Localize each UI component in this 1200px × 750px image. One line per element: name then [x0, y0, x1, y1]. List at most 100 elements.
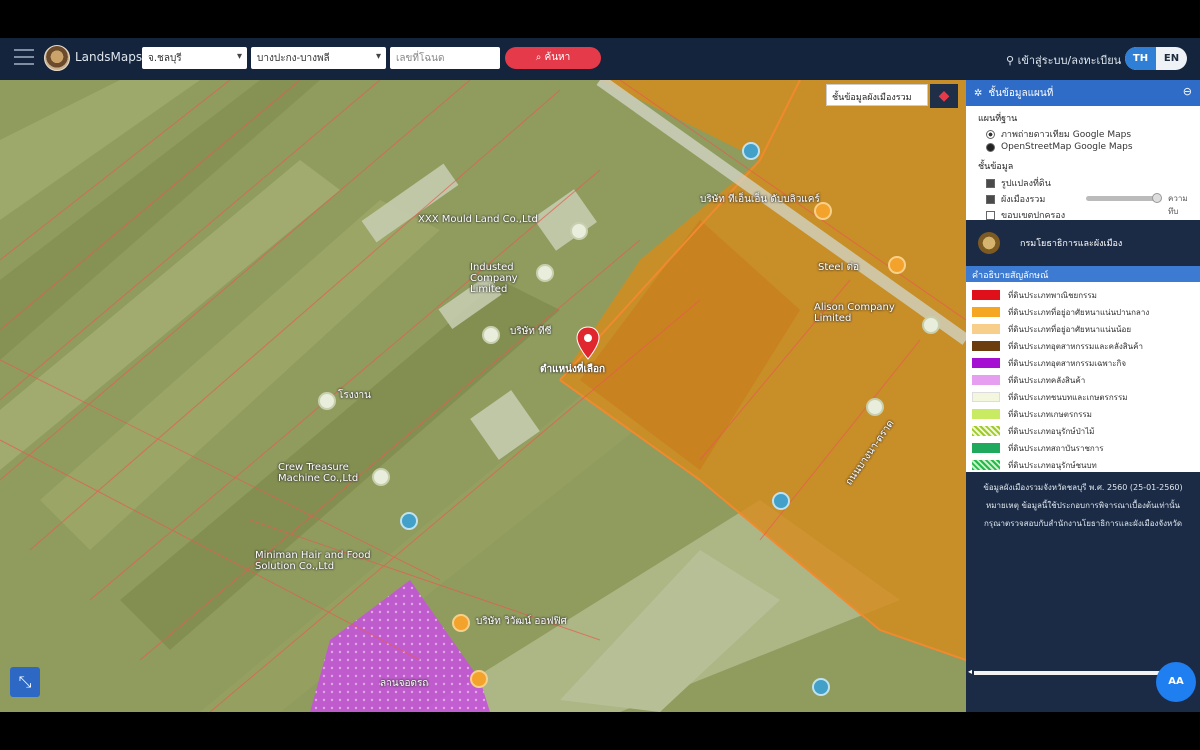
poi-marker[interactable] — [812, 678, 830, 696]
legend-item: ที่ดินประเภทอุตสาหกรรมเฉพาะกิจ — [972, 356, 1126, 370]
lang-th-option[interactable]: TH — [1125, 47, 1156, 70]
floating-action-button[interactable]: AA — [1156, 662, 1196, 702]
scrollbar-track[interactable] — [974, 671, 1164, 675]
chevron-down-icon: ▾ — [375, 51, 381, 62]
map-canvas[interactable]: ชั้นข้อมูลผังเมืองรวม ◆ XXX Mould Land C… — [0, 80, 966, 712]
side-panel: ✲ ชั้นข้อมูลแผนที่ ⊖ แผนที่ฐาน ภาพถ่ายดาว… — [966, 80, 1200, 712]
legend-label: ที่ดินประเภทเกษตรกรรม — [1008, 409, 1092, 419]
overlay-option-label: รูปแปลงที่ดิน — [1001, 179, 1051, 189]
poi-marker[interactable] — [482, 326, 500, 344]
legend: ที่ดินประเภทพาณิชยกรรม ที่ดินประเภทที่อย… — [966, 284, 1200, 470]
layers-icon[interactable]: ◆ — [930, 84, 958, 108]
legend-item: ที่ดินประเภทอนุรักษ์ชนบท — [972, 458, 1097, 472]
zoning-layer-button[interactable]: ชั้นข้อมูลผังเมืองรวม — [826, 84, 928, 106]
agency-seal-icon — [978, 232, 1000, 254]
zoning-info: ข้อมูลผังเมืองรวมจังหวัดชลบุรี พ.ศ. 2560… — [966, 472, 1200, 667]
district-select-value: บางปะกง-บางพลี — [257, 53, 330, 64]
map-pin-icon — [576, 326, 600, 360]
legend-item: ที่ดินประเภทพาณิชยกรรม — [972, 288, 1097, 302]
legend-item: ที่ดินประเภทคลังสินค้า — [972, 373, 1085, 387]
measure-tool-icon[interactable]: ⤡ — [10, 667, 40, 697]
brand-name: LandsMaps — [75, 50, 143, 64]
checkbox-icon[interactable] — [986, 194, 995, 204]
top-bar: LandsMaps จ.ชลบุรี ▾ บางปะกง-บางพลี ▾ เล… — [0, 38, 1200, 80]
poi-marker[interactable] — [888, 256, 906, 274]
place-label: XXX Mould Land Co.,Ltd — [418, 214, 538, 225]
legend-swatch — [972, 358, 1000, 368]
panel-title: ชั้นข้อมูลแผนที่ — [988, 88, 1054, 99]
overlay-title: ชั้นข้อมูล — [978, 162, 1014, 172]
legend-label: ที่ดินประเภทอนุรักษ์ป่าไม้ — [1008, 426, 1095, 436]
place-label: บริษัท วิวัฒน์ ออฟฟิศ — [476, 616, 567, 627]
checkbox-icon[interactable] — [986, 210, 995, 220]
info-line: ข้อมูลผังเมืองรวมจังหวัดชลบุรี พ.ศ. 2560… — [983, 483, 1183, 492]
legend-swatch — [972, 324, 1000, 334]
place-label: Alison Company Limited — [814, 302, 895, 324]
info-line: หมายเหตุ ข้อมูลนี้ใช้ประกอบการพิจารณาเบื… — [985, 501, 1181, 510]
poi-marker[interactable] — [570, 222, 588, 240]
legend-label: ที่ดินประเภทที่อยู่อาศัยหนาแน่นน้อย — [1008, 324, 1132, 334]
overlay-option-label: ผังเมืองรวม — [1001, 195, 1046, 205]
district-select[interactable]: บางปะกง-บางพลี ▾ — [251, 47, 386, 69]
opacity-label: ความทึบ — [1168, 194, 1188, 216]
scroll-left-icon[interactable]: ◂ — [968, 667, 972, 676]
legend-item: ที่ดินประเภทที่อยู่อาศัยหนาแน่นน้อย — [972, 322, 1131, 336]
place-label: Miniman Hair and Food Solution Co.,Ltd — [255, 550, 371, 572]
poi-marker[interactable] — [452, 614, 470, 632]
place-label: ลานจอดรถ — [380, 678, 429, 689]
poi-marker[interactable] — [318, 392, 336, 410]
legend-item: ที่ดินประเภทเกษตรกรรม — [972, 407, 1092, 421]
agency-name: กรมโยธาธิการและผังเมือง — [1020, 239, 1123, 249]
login-link[interactable]: ⚲ เข้าสู่ระบบ/ลงทะเบียน — [1006, 51, 1121, 69]
radio-icon[interactable] — [986, 142, 995, 152]
parcel-number-input[interactable]: เลขที่โฉนด — [390, 47, 500, 69]
legend-swatch — [972, 392, 1000, 402]
place-label: บริษัท ทีซี — [510, 326, 552, 337]
place-label: บริษัท ทีเอ็นเอ็น ดับบลิวแคร์ — [700, 194, 820, 205]
legend-swatch — [972, 375, 1000, 385]
overlay-option-zoning[interactable]: ผังเมืองรวม ความทึบ — [986, 192, 1196, 216]
letterbox-bottom — [0, 712, 1200, 750]
poi-marker[interactable] — [772, 492, 790, 510]
legend-swatch — [972, 409, 1000, 419]
poi-marker[interactable] — [866, 398, 884, 416]
poi-marker[interactable] — [400, 512, 418, 530]
opacity-slider[interactable] — [1086, 193, 1162, 203]
legend-title: คำอธิบายสัญลักษณ์ — [966, 266, 1200, 282]
collapse-icon[interactable]: ⊖ — [1183, 85, 1192, 98]
legend-swatch — [972, 341, 1000, 351]
base-option-satellite[interactable]: ภาพถ่ายดาวเทียม Google Maps — [986, 127, 1131, 141]
lang-en-option[interactable]: EN — [1156, 47, 1187, 70]
poi-marker[interactable] — [742, 142, 760, 160]
poi-marker[interactable] — [922, 316, 940, 334]
menu-icon[interactable] — [14, 49, 34, 65]
language-toggle[interactable]: TH EN — [1125, 47, 1187, 70]
search-icon: ⌕ — [535, 52, 545, 63]
login-link-label: เข้าสู่ระบบ/ลงทะเบียน — [1017, 54, 1122, 67]
slider-knob[interactable] — [1152, 193, 1162, 203]
settings-icon: ✲ — [974, 88, 983, 99]
place-label: Steel ต่อ — [818, 262, 860, 273]
base-option-label: ภาพถ่ายดาวเทียม Google Maps — [1001, 130, 1132, 140]
legend-item: ที่ดินประเภทที่อยู่อาศัยหนาแน่นปานกลาง — [972, 305, 1149, 319]
overlay-option-parcels[interactable]: รูปแปลงที่ดิน — [986, 176, 1051, 190]
legend-swatch — [972, 460, 1000, 470]
agency-banner: กรมโยธาธิการและผังเมือง — [966, 220, 1200, 266]
chevron-down-icon: ▾ — [236, 51, 242, 62]
province-select[interactable]: จ.ชลบุรี ▾ — [142, 47, 247, 69]
checkbox-icon[interactable] — [986, 178, 995, 188]
base-option-osm[interactable]: OpenStreetMap Google Maps — [986, 142, 1133, 152]
legend-swatch — [972, 307, 1000, 317]
radio-icon[interactable] — [986, 129, 995, 139]
legend-label: ที่ดินประเภทที่อยู่อาศัยหนาแน่นปานกลาง — [1008, 307, 1150, 317]
pin-label: ตำแหน่งที่เลือก — [540, 364, 606, 375]
legend-item: ที่ดินประเภทอนุรักษ์ป่าไม้ — [972, 424, 1094, 438]
letterbox-top — [0, 0, 1200, 38]
base-map-title: แผนที่ฐาน — [978, 114, 1018, 124]
place-label: Crew Treasure Machine Co.,Ltd — [278, 462, 359, 484]
poi-marker[interactable] — [470, 670, 488, 688]
legend-label: ที่ดินประเภทคลังสินค้า — [1008, 375, 1086, 385]
legend-swatch — [972, 443, 1000, 453]
search-button[interactable]: ⌕ ค้นหา — [505, 47, 601, 69]
brand-logo — [44, 45, 70, 71]
